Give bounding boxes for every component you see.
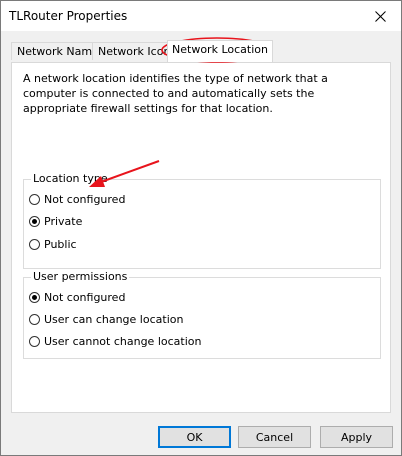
user-can-change-option[interactable]: User can change location <box>29 311 183 327</box>
location-type-label: Location type <box>31 172 110 185</box>
user-cannot-change-option[interactable]: User cannot change location <box>29 333 201 349</box>
permission-not-configured-option[interactable]: Not configured <box>29 289 125 305</box>
option-label: Private <box>44 214 83 228</box>
tab-network-icon[interactable]: Network Icon <box>92 42 168 60</box>
option-label: Public <box>44 237 77 251</box>
cancel-button[interactable]: Cancel <box>238 426 311 448</box>
option-label: User can change location <box>44 312 184 326</box>
description-text: A network location identifies the type o… <box>23 72 328 115</box>
close-button[interactable] <box>359 1 401 31</box>
option-label: Not configured <box>44 290 126 304</box>
radio-button-selected[interactable] <box>29 215 40 227</box>
user-permissions-label: User permissions <box>31 270 130 283</box>
option-label: User cannot change location <box>44 334 202 348</box>
window-title: TLRouter Properties <box>9 9 128 23</box>
tab-panel-network-location: A network location identifies the type o… <box>11 62 391 413</box>
location-type-group: Location type Not configured Private Pub… <box>23 172 381 269</box>
location-private-option[interactable]: Private <box>29 213 82 229</box>
radio-button[interactable] <box>29 193 40 205</box>
close-icon <box>374 10 386 22</box>
tab-network-location[interactable]: Network Location <box>167 40 273 62</box>
radio-button[interactable] <box>29 238 40 250</box>
radio-button[interactable] <box>29 313 40 325</box>
user-permissions-group: User permissions Not configured User can… <box>23 270 381 359</box>
tab-strip: Network Name Network Icon Network Locati… <box>11 40 391 62</box>
option-label: Not configured <box>44 192 126 206</box>
location-public-option[interactable]: Public <box>29 236 77 252</box>
dialog-body: Network Name Network Icon Network Locati… <box>1 31 401 455</box>
radio-button-selected[interactable] <box>29 291 40 303</box>
ok-button[interactable]: OK <box>158 426 231 448</box>
radio-button[interactable] <box>29 335 40 347</box>
tab-network-name[interactable]: Network Name <box>11 42 93 60</box>
location-not-configured-option[interactable]: Not configured <box>29 191 125 207</box>
apply-button[interactable]: Apply <box>320 426 393 448</box>
properties-dialog: TLRouter Properties Network Name Network… <box>0 0 402 456</box>
title-bar[interactable]: TLRouter Properties <box>1 1 401 31</box>
